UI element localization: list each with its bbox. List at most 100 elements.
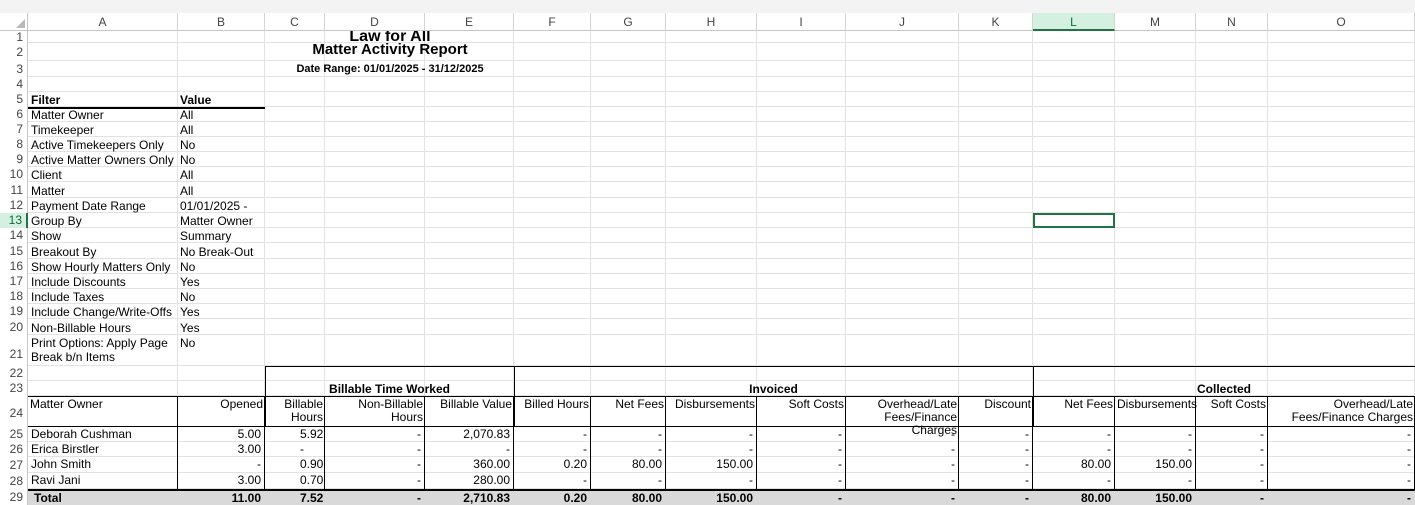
column-header-l[interactable]: L [1033, 13, 1115, 31]
table-cell: 80.00 [631, 457, 662, 471]
table-cell: - [1188, 427, 1192, 441]
row-header-4[interactable]: 4 [0, 77, 28, 92]
row-header-7[interactable]: 7 [0, 122, 28, 137]
table-header-billable-hours[interactable]: Billable Hours [267, 398, 323, 424]
column-header-m[interactable]: M [1115, 13, 1196, 31]
column-header-e[interactable]: E [425, 13, 514, 31]
column-header-h[interactable]: H [666, 13, 757, 31]
table-row-owner[interactable]: John Smith [31, 457, 91, 471]
row-header-20[interactable]: 20 [0, 319, 28, 335]
table-cell: - [1260, 442, 1264, 456]
column-header-g[interactable]: G [591, 13, 666, 31]
header-col-border [958, 396, 959, 427]
table-cell: 5.00 [237, 427, 261, 441]
row-col-border [264, 457, 265, 473]
table-cell: 0.90 [300, 457, 324, 471]
row-header-27[interactable]: 27 [0, 457, 28, 473]
row-header-25[interactable]: 25 [0, 427, 28, 442]
row-header-5[interactable]: 5 [0, 92, 28, 107]
grid-hline [28, 380, 1415, 381]
table-header-c-net-fees[interactable]: Net Fees [1035, 398, 1113, 411]
selected-cell-L13[interactable] [1033, 213, 1115, 228]
row-header-1[interactable]: 1 [0, 31, 28, 43]
row-header-13[interactable]: 13 [0, 213, 28, 228]
table-header-net-fees[interactable]: Net Fees [593, 398, 664, 411]
row-header-24[interactable]: 24 [0, 396, 28, 427]
row-col-border [264, 473, 265, 489]
table-cell: 150.00 [716, 457, 753, 471]
row-header-16[interactable]: 16 [0, 259, 28, 274]
table-header-c-overhead[interactable]: Overhead/Late Fees/Finance Charges [1270, 398, 1413, 424]
table-header-matter-owner[interactable]: Matter Owner [30, 398, 176, 411]
row-header-11[interactable]: 11 [0, 182, 28, 198]
row-header-17[interactable]: 17 [0, 274, 28, 289]
table-cell: - [417, 442, 421, 456]
table-header-opened[interactable]: Opened [180, 398, 263, 411]
row-header-15[interactable]: 15 [0, 243, 28, 259]
row-header-9[interactable]: 9 [0, 152, 28, 167]
row-col-border [177, 442, 178, 457]
total-label: Total [34, 491, 62, 505]
row-header-19[interactable]: 19 [0, 304, 28, 319]
row-col-border [1114, 442, 1115, 457]
table-header-billable-value[interactable]: Billable Value [427, 398, 512, 411]
total-cell: 2,710.83 [463, 491, 510, 505]
row-header-18[interactable]: 18 [0, 289, 28, 304]
row-col-border [324, 457, 325, 473]
row-header-26[interactable]: 26 [0, 442, 28, 457]
column-header-b[interactable]: B [178, 13, 265, 31]
total-cell: - [1025, 491, 1029, 505]
row-col-border [264, 442, 265, 457]
header-col-border [513, 396, 514, 427]
spreadsheet-grid[interactable]: ABCDEFGHIJKLMNO 1 2 3 4 5 6 7 8 9 10 11 12 13 14 15 16 1… [0, 0, 1415, 505]
column-header-k[interactable]: K [959, 13, 1033, 31]
table-header-c-disbursements[interactable]: Disbursements [1117, 398, 1197, 411]
filter-value: Summary [180, 229, 232, 243]
table-header-soft-costs[interactable]: Soft Costs [759, 398, 844, 411]
row-col-border [177, 427, 178, 442]
table-row-owner[interactable]: Deborah Cushman [31, 427, 132, 441]
row-header-14[interactable]: 14 [0, 228, 28, 243]
row-header-29[interactable]: 29 [0, 489, 28, 505]
table-header-c-soft-costs[interactable]: Soft Costs [1198, 398, 1266, 411]
header-col-border [1032, 396, 1033, 427]
table-row-owner[interactable]: Erica Birstler [31, 442, 99, 456]
row-header-2[interactable]: 2 [0, 43, 28, 61]
row-header-3[interactable]: 3 [0, 61, 28, 77]
total-cell: 80.00 [631, 491, 662, 505]
column-header-n[interactable]: N [1196, 13, 1268, 31]
column-header-f[interactable]: F [514, 13, 591, 31]
table-header-discount[interactable]: Discount [961, 398, 1031, 411]
table-row-owner[interactable]: Ravi Jani [31, 473, 80, 487]
table-header-billed-hours[interactable]: Billed Hours [516, 398, 589, 411]
table-cell: 0.20 [563, 457, 587, 471]
column-header-d[interactable]: D [325, 13, 425, 31]
table-cell: - [1188, 473, 1192, 487]
row-col-border [424, 442, 425, 457]
table-cell: - [838, 473, 842, 487]
filter-label: Timekeeper [31, 123, 94, 137]
row-header-10[interactable]: 10 [0, 167, 28, 182]
row-header-21[interactable]: 21 [0, 335, 28, 366]
column-header-a[interactable]: A [28, 13, 178, 31]
table-header-disbursements[interactable]: Disbursements [668, 398, 755, 411]
row-header-23[interactable]: 23 [0, 381, 28, 396]
column-header-i[interactable]: I [757, 13, 846, 31]
row-header-8[interactable]: 8 [0, 137, 28, 152]
row-header-22[interactable]: 22 [0, 366, 28, 381]
table-header-non-billable-hours[interactable]: Non-Billable Hours [327, 398, 423, 424]
row-header-6[interactable]: 6 [0, 107, 28, 122]
column-header-c[interactable]: C [265, 13, 325, 31]
table-cell: - [1407, 473, 1411, 487]
row-col-border [958, 473, 959, 489]
value-header: Value [180, 93, 212, 107]
table-cell: - [583, 427, 587, 441]
row-header-12[interactable]: 12 [0, 198, 28, 213]
table-cell: - [951, 473, 955, 487]
column-header-j[interactable]: J [846, 13, 959, 31]
column-header-o[interactable]: O [1268, 13, 1415, 31]
row-header-28[interactable]: 28 [0, 473, 28, 489]
row-col-border [1195, 427, 1196, 442]
row-col-border [845, 473, 846, 489]
select-all-corner[interactable] [0, 13, 28, 31]
